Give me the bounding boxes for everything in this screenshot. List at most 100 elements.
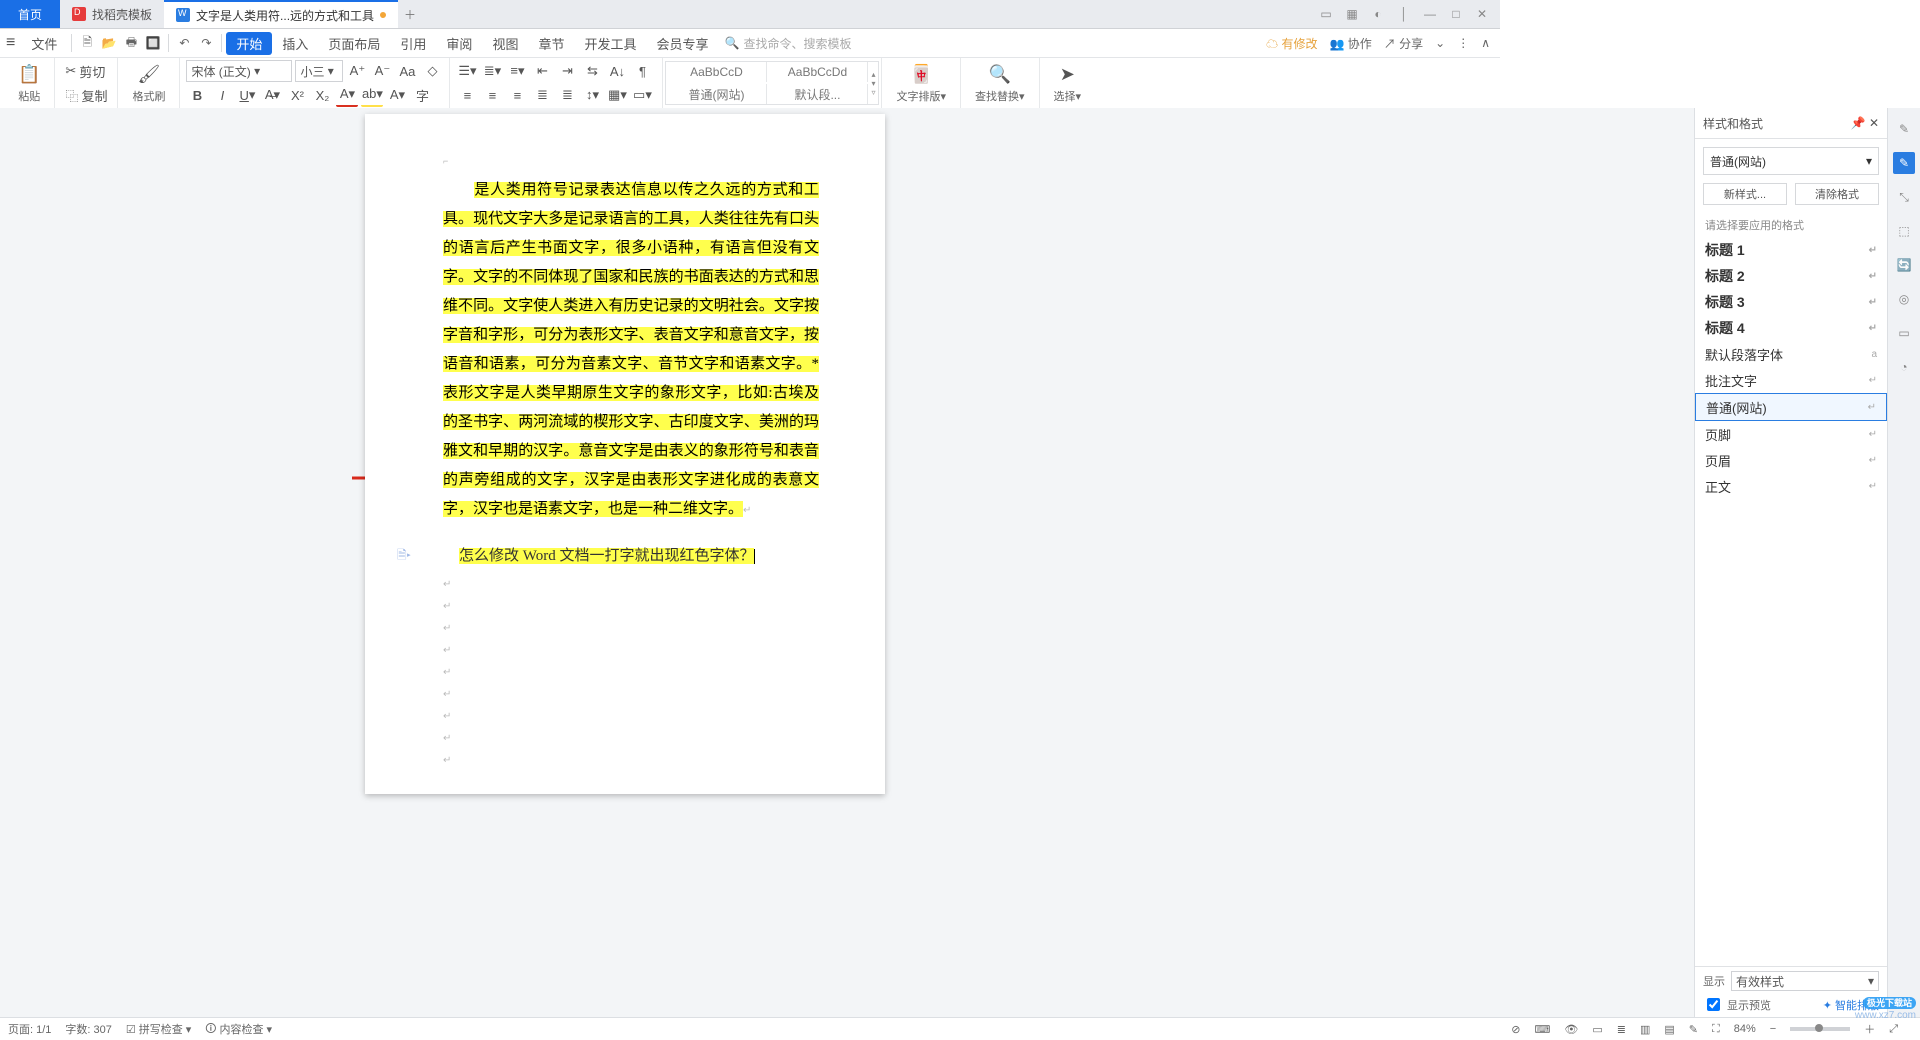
find-replace-button[interactable]: 🔍 查找替换▾ [967,62,1033,104]
style-item[interactable]: 批注文字↵ [1695,367,1887,393]
select-button[interactable]: ➤ 选择▾ [1046,62,1090,104]
qat-redo-icon[interactable]: ↷ [195,32,217,54]
status-page[interactable]: 页面: 1/1 [8,1021,51,1037]
apps-icon[interactable]: ▦ [1344,6,1360,22]
status-contentcheck[interactable]: 🛈 内容检查 ▾ [205,1020,272,1039]
close-icon[interactable]: ✕ [1474,6,1490,22]
font-size-select[interactable]: 小三 ▾ [295,60,343,82]
shrink-font-icon[interactable]: A⁻ [371,60,393,82]
new-style-button[interactable]: 新样式... [1703,183,1787,205]
paragraph-hint-icon[interactable]: 🗎▸ [397,546,411,567]
linespacing-icon[interactable]: ↕▾ [581,84,603,106]
qat-new-icon[interactable]: 🗎 [76,32,98,54]
paragraph-2[interactable]: 怎么修改 Word 文档一打字就出现红色字体？ [459,544,799,565]
italic-button[interactable]: I [211,84,233,106]
bullets-icon[interactable]: ☰▾ [456,60,478,82]
menu-chapter[interactable]: 章节 [528,34,574,53]
pin-icon[interactable]: 📌 [1851,116,1866,130]
style-item[interactable]: 标题 4↵ [1695,315,1887,341]
tab-skin[interactable]: 找稻壳模板 [60,0,164,28]
style-item[interactable]: 标题 1↵ [1695,237,1887,263]
align-justify-icon[interactable]: ≣ [531,84,553,106]
numbering-icon[interactable]: ≣▾ [481,60,503,82]
zoom-slider[interactable] [1790,1027,1850,1031]
font-color-button[interactable]: A▾ [336,83,358,107]
style-item[interactable]: 页脚↵ [1695,421,1887,447]
format-brush-button[interactable]: 🖌 格式刷 [124,62,173,104]
bold-button[interactable]: B [186,84,208,106]
menu-dev[interactable]: 开发工具 [574,34,646,53]
shading-icon[interactable]: ▦▾ [606,84,628,106]
align-right-icon[interactable]: ≡ [506,84,528,106]
user-icon[interactable]: ◐ [1370,6,1386,22]
fit-icon[interactable]: ⛶ [1712,1023,1720,1036]
status-spellcheck[interactable]: ☑ 拼写检查 ▾ [126,1021,191,1037]
align-left-icon[interactable]: ≡ [456,84,478,106]
current-style-select[interactable]: 普通(网站)▾ [1703,147,1879,175]
document-area[interactable]: ⌐ 缩进是人类用符号记录表达信息以传之久远的方式和工具。现代文字大多是记录语言的… [0,108,1694,1018]
view-read-icon[interactable]: ▤ [1664,1023,1674,1036]
view-web-icon[interactable]: ▥ [1640,1023,1650,1036]
status-eye-icon[interactable]: 👁 [1564,1023,1578,1036]
paste-button[interactable]: 📋 粘贴 [10,62,48,104]
multilevel-icon[interactable]: ≡▾ [506,60,528,82]
align-center-icon[interactable]: ≡ [481,84,503,106]
zoom-value[interactable]: 84% [1734,1023,1756,1035]
menu-start[interactable]: 开始 [226,32,272,55]
hamburger-icon[interactable]: ≡ [0,34,21,52]
grow-font-icon[interactable]: A⁺ [346,60,368,82]
menu-member[interactable]: 会员专享 [646,34,718,53]
cut-button[interactable]: ✂ 剪切 [61,60,109,82]
sidetool-help-icon[interactable]: ◔ [1893,356,1915,378]
zoom-out-button[interactable]: − [1770,1023,1776,1035]
indent-icon[interactable]: ⇥ [556,60,578,82]
style-item[interactable]: 页眉↵ [1695,447,1887,473]
clear-format-icon[interactable]: ◇ [421,60,443,82]
style-item[interactable]: 标题 3↵ [1695,289,1887,315]
panel-close-icon[interactable]: ✕ [1869,116,1879,130]
view-page-icon[interactable]: ▭ [1592,1023,1602,1036]
superscript-button[interactable]: X² [286,84,308,106]
zoom-in-button[interactable]: ＋ [1864,1021,1875,1037]
tab-document[interactable]: 文字是人类用符...远的方式和工具 [164,0,398,28]
command-search[interactable]: 🔍 查找命令、搜索模板 [725,35,852,52]
font-bg-button[interactable]: A▾ [386,84,408,106]
style-gallery[interactable]: AaBbCcD AaBbCcDd 普通(网站) 默认段... ▴▾▿ [665,61,879,105]
style-item[interactable]: 正文↵ [1695,473,1887,499]
show-select[interactable]: 有效样式▾ [1731,971,1879,991]
qat-open-icon[interactable]: 📂 [98,32,120,54]
sidetool-select-icon[interactable]: ✎ [1893,118,1915,140]
status-words[interactable]: 字数: 307 [65,1021,111,1037]
highlight-button[interactable]: ab▾ [361,83,383,107]
more-icon[interactable]: ⋮ [1457,36,1469,50]
sidetool-target-icon[interactable]: ◎ [1893,288,1915,310]
underline-button[interactable]: U▾ [236,84,258,106]
borders-icon[interactable]: ▭▾ [631,84,653,106]
copy-button[interactable]: ⿻ 复制 [61,84,111,106]
style-item[interactable]: 标题 2↵ [1695,263,1887,289]
cloud-sync-icon[interactable]: ☁ 有修改 [1266,35,1317,52]
maximize-icon[interactable]: □ [1448,6,1464,22]
style-item[interactable]: 普通(网站)↵ [1695,393,1887,421]
menu-view[interactable]: 视图 [482,34,528,53]
menu-pagelayout[interactable]: 页面布局 [318,34,390,53]
status-keyboard-icon[interactable]: ⌨ [1535,1023,1551,1036]
menu-file[interactable]: 文件 [21,34,67,53]
tabstops-icon[interactable]: ⇆ [581,60,603,82]
view-outline-icon[interactable]: ≣ [1617,1023,1626,1036]
chevron-down-icon[interactable]: ⌄ [1435,36,1445,50]
subscript-button[interactable]: X₂ [311,84,333,106]
phonetic-button[interactable]: 字 [411,84,433,106]
status-tools-icon[interactable]: ⊘ [1511,1023,1520,1036]
style-item[interactable]: 默认段落字体a [1695,341,1887,367]
sort-icon[interactable]: A↓ [606,60,628,82]
line-icon[interactable]: │ [1396,6,1412,22]
font-name-select[interactable]: 宋体 (正文) ▾ [186,60,292,82]
expand-icon[interactable]: ∧ [1481,36,1490,50]
qat-preview-icon[interactable]: 🔲 [142,32,164,54]
change-case-icon[interactable]: Aa [396,60,418,82]
sidetool-read-icon[interactable]: ▭ [1893,322,1915,344]
showmarks-icon[interactable]: ¶ [631,60,653,82]
qat-undo-icon[interactable]: ↶ [173,32,195,54]
share-button[interactable]: ↗ 分享 [1384,35,1423,52]
